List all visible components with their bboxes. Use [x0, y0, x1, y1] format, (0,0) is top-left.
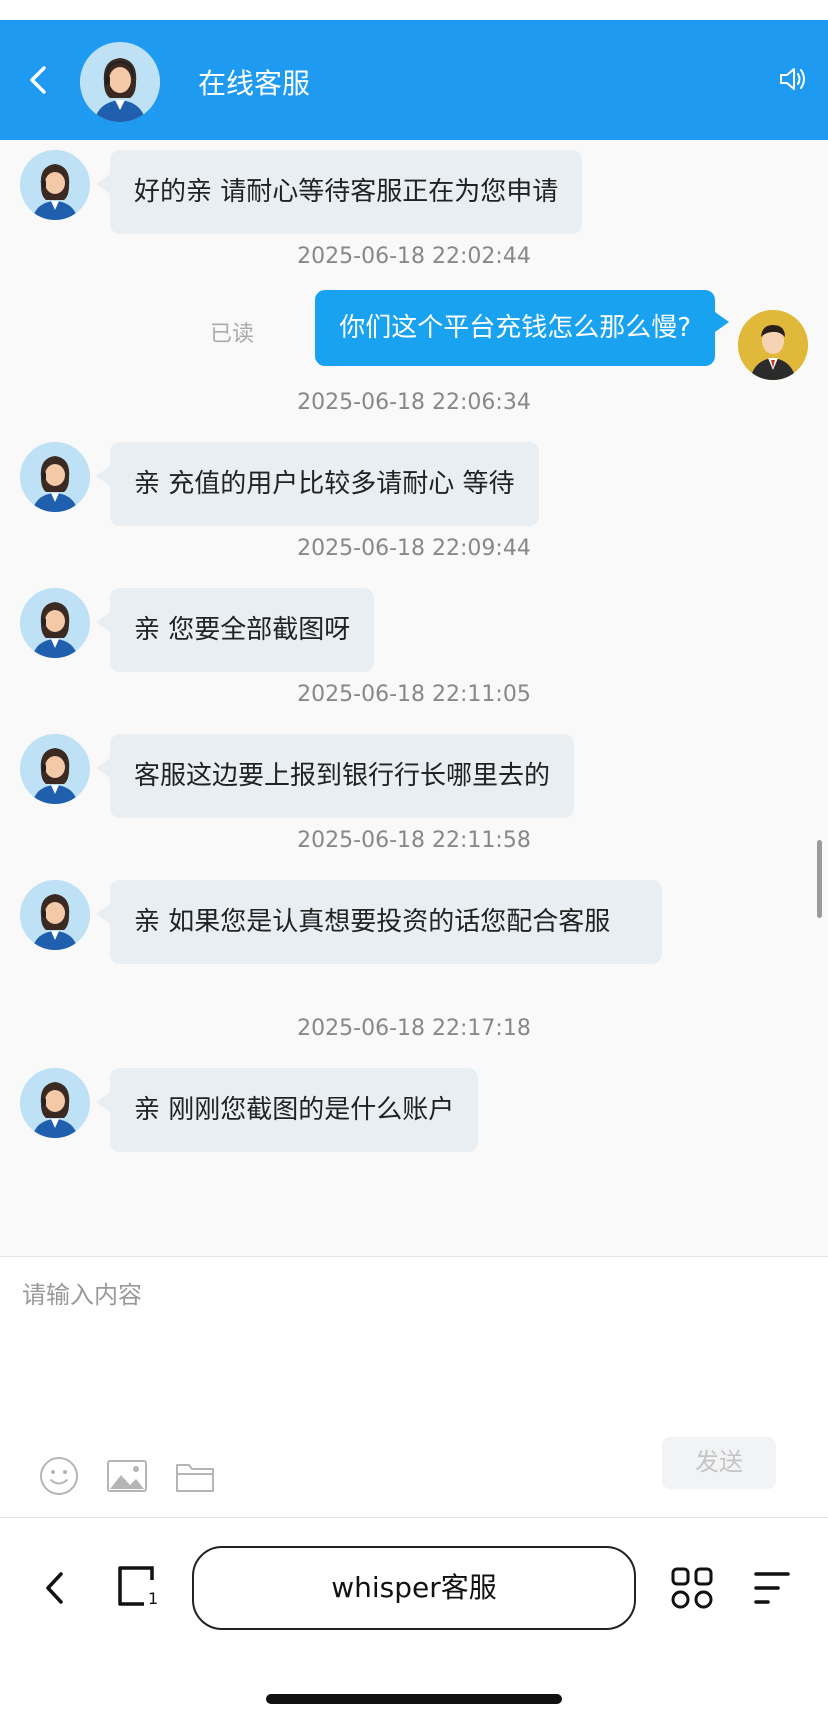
message-timestamp: 2025-06-18 22:11:05 — [297, 682, 531, 707]
message-timestamp: 2025-06-18 22:09:44 — [297, 536, 531, 561]
speaker-icon[interactable] — [778, 64, 808, 94]
incoming-message-bubble: 亲 如果您是认真想要投资的话您配合客服 — [96, 880, 662, 964]
message-timestamp: 2025-06-18 22:06:34 — [297, 390, 531, 415]
page-title: 在线客服 — [198, 67, 311, 100]
message-timestamp: 2025-06-18 22:17:18 — [297, 1016, 531, 1041]
incoming-message-bubble: 亲 充值的用户比较多请耐心 等待 — [96, 442, 539, 526]
agent-avatar — [20, 880, 90, 950]
agent-avatar — [20, 1068, 90, 1138]
back-icon[interactable] — [40, 1568, 70, 1608]
incoming-message-bubble: 客服这边要上报到银行行长哪里去的 — [95, 734, 575, 818]
svg-text:1: 1 — [148, 1589, 158, 1608]
agent-avatar — [20, 734, 90, 804]
home-indicator — [266, 1694, 562, 1704]
back-arrow-icon[interactable] — [22, 58, 52, 102]
outgoing-message-bubble: 你们这个平台充钱怎么那么慢? — [315, 290, 729, 366]
message-timestamp: 2025-06-18 22:11:58 — [297, 828, 531, 853]
scrollbar[interactable] — [817, 840, 822, 918]
image-icon[interactable] — [106, 1455, 148, 1497]
apps-icon[interactable] — [670, 1566, 714, 1610]
tabs-icon[interactable]: 1 — [114, 1564, 160, 1610]
incoming-message-bubble: 亲 您要全部截图呀 — [95, 588, 375, 672]
user-avatar — [738, 310, 808, 380]
incoming-message-bubble: 好的亲 请耐心等待客服正在为您申请 — [95, 150, 583, 234]
agent-avatar — [20, 150, 90, 220]
browser-bottom-bar: 1 whisper客服 — [0, 1518, 828, 1716]
agent-avatar — [20, 588, 90, 658]
incoming-message-bubble: 亲 刚刚您截图的是什么账户 — [95, 1068, 479, 1152]
send-button[interactable]: 发送 — [662, 1437, 776, 1489]
emoji-icon[interactable] — [38, 1455, 80, 1497]
agent-avatar — [80, 42, 160, 122]
page-title-pill[interactable]: whisper客服 — [192, 1546, 636, 1630]
chat-header: 在线客服 — [0, 20, 828, 140]
message-input[interactable]: 请输入内容 — [22, 1275, 142, 1310]
read-status: 已读 — [210, 322, 255, 347]
menu-icon[interactable] — [752, 1568, 792, 1608]
folder-icon[interactable] — [174, 1455, 216, 1497]
agent-avatar — [20, 442, 90, 512]
message-timestamp: 2025-06-18 22:02:44 — [297, 244, 531, 269]
chat-message-list[interactable]: 好的亲 请耐心等待客服正在为您申请 2025-06-18 22:02:44 已读… — [0, 140, 828, 1256]
message-composer: 请输入内容 发送 — [0, 1256, 828, 1518]
